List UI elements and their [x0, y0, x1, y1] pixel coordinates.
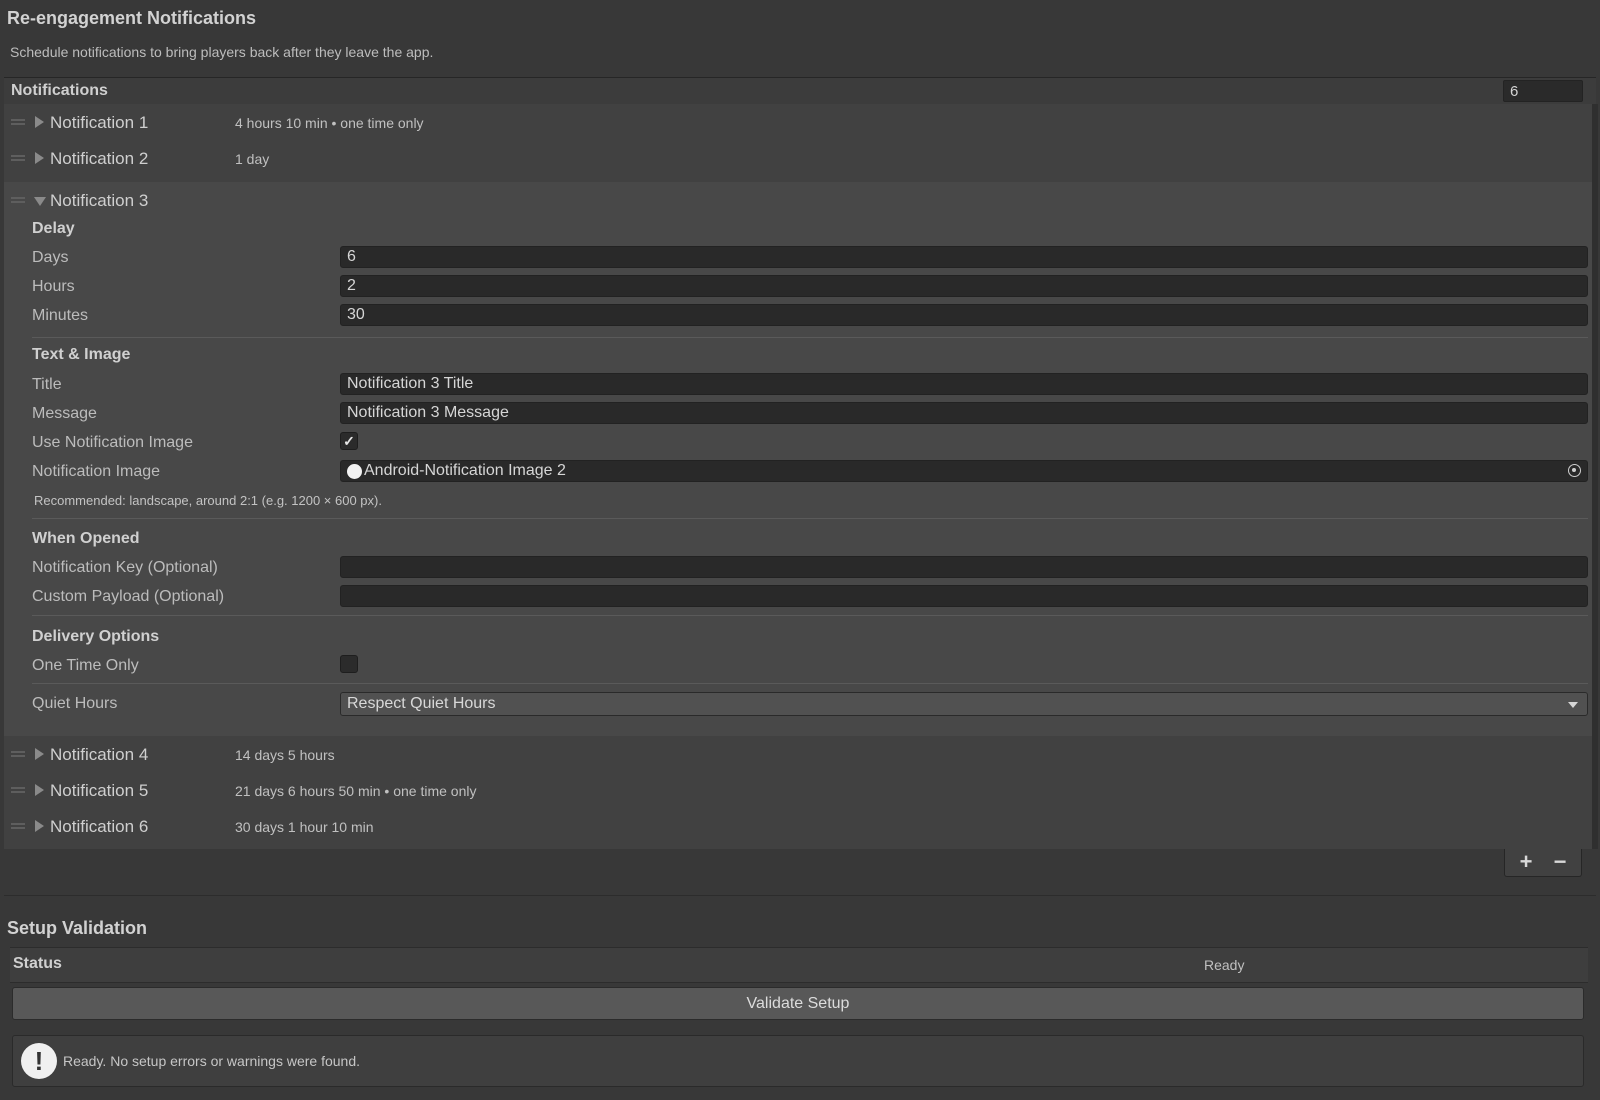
notification-label: Notification 5 — [50, 781, 149, 800]
notification-image-value: Android-Notification Image 2 — [364, 462, 566, 479]
message-label: Message — [32, 405, 97, 422]
object-picker-icon[interactable] — [1568, 464, 1581, 477]
one-time-only-label: One Time Only — [32, 657, 139, 674]
info-exclamation-icon: ! — [21, 1043, 57, 1079]
use-image-label: Use Notification Image — [32, 434, 193, 451]
notification-key-label: Notification Key (Optional) — [32, 559, 218, 576]
section-divider — [32, 615, 1588, 616]
custom-payload-label: Custom Payload (Optional) — [32, 588, 225, 605]
notification-row-2[interactable]: Notification 2 1 day — [4, 140, 1592, 176]
delay-section-title: Delay — [32, 220, 75, 237]
drag-handle-icon[interactable] — [11, 197, 25, 203]
status-row: Status Ready — [10, 947, 1588, 983]
status-value: Ready — [1204, 957, 1245, 973]
status-label: Status — [13, 955, 62, 972]
section-divider — [32, 337, 1588, 338]
notification-label: Notification 2 — [50, 149, 149, 168]
drag-handle-icon[interactable] — [11, 823, 25, 829]
image-asset-icon — [347, 464, 362, 479]
notification-label[interactable]: Notification 3 — [50, 191, 148, 211]
days-input[interactable]: 6 — [340, 246, 1588, 268]
drag-handle-icon[interactable] — [11, 155, 25, 161]
drag-handle-icon[interactable] — [11, 787, 25, 793]
drag-handle-icon[interactable] — [11, 119, 25, 125]
notification-summary: 21 days 6 hours 50 min • one time only — [235, 783, 477, 799]
hours-input[interactable]: 2 — [340, 275, 1588, 297]
notification-image-field[interactable]: Android-Notification Image 2 — [340, 460, 1588, 482]
notification-summary: 30 days 1 hour 10 min — [235, 819, 374, 835]
use-image-checkbox[interactable]: ✓ — [340, 432, 358, 450]
expand-arrow-icon[interactable] — [35, 784, 44, 796]
page-title: Re-engagement Notifications — [7, 8, 257, 28]
notification-label: Notification 6 — [50, 817, 149, 836]
chevron-down-icon — [1568, 702, 1578, 708]
notification-row-4[interactable]: Notification 4 14 days 5 hours — [4, 736, 1592, 772]
notification-row-1[interactable]: Notification 1 4 hours 10 min • one time… — [4, 104, 1592, 140]
delivery-options-section-title: Delivery Options — [32, 628, 160, 645]
expand-arrow-icon[interactable] — [35, 116, 44, 128]
drag-handle-icon[interactable] — [11, 751, 25, 757]
notification-label: Notification 4 — [50, 745, 149, 764]
expand-arrow-icon[interactable] — [35, 748, 44, 760]
image-hint-text: Recommended: landscape, around 2:1 (e.g.… — [34, 493, 382, 508]
quiet-hours-value: Respect Quiet Hours — [347, 695, 496, 712]
collapse-arrow-icon[interactable] — [34, 197, 46, 206]
quiet-hours-label: Quiet Hours — [32, 695, 118, 712]
quiet-hours-dropdown[interactable]: Respect Quiet Hours — [340, 692, 1588, 716]
notifications-list-header: Notifications 6 — [4, 77, 1596, 105]
notification-key-input[interactable] — [340, 556, 1588, 578]
list-scrollbar[interactable] — [1592, 104, 1598, 849]
message-input[interactable]: Notification 3 Message — [340, 402, 1588, 424]
remove-notification-button[interactable]: − — [1543, 850, 1577, 874]
minutes-input[interactable]: 30 — [340, 304, 1588, 326]
expand-arrow-icon[interactable] — [35, 152, 44, 164]
minutes-label: Minutes — [32, 307, 89, 324]
notification-summary: 1 day — [235, 151, 270, 167]
section-divider — [32, 683, 1588, 684]
expand-arrow-icon[interactable] — [35, 820, 44, 832]
notification-label: Notification 1 — [50, 113, 149, 132]
text-image-section-title: Text & Image — [32, 346, 131, 363]
validation-help-box: ! Ready. No setup errors or warnings wer… — [12, 1035, 1584, 1087]
validate-setup-button[interactable]: Validate Setup — [12, 987, 1584, 1020]
validation-message: Ready. No setup errors or warnings were … — [63, 1053, 360, 1069]
notification-image-label: Notification Image — [32, 463, 161, 480]
custom-payload-input[interactable] — [340, 585, 1588, 607]
notifications-header-label: Notifications — [11, 82, 108, 99]
title-label: Title — [32, 376, 62, 393]
list-footer — [4, 849, 1596, 879]
section-divider — [32, 518, 1588, 519]
list-add-remove-controls: + − — [1504, 849, 1582, 877]
notification-row-5[interactable]: Notification 5 21 days 6 hours 50 min • … — [4, 772, 1592, 808]
when-opened-section-title: When Opened — [32, 530, 140, 547]
notification-summary: 14 days 5 hours — [235, 747, 335, 763]
notification-row-6[interactable]: Notification 6 30 days 1 hour 10 min — [4, 808, 1592, 844]
one-time-only-checkbox[interactable] — [340, 655, 358, 673]
section-separator — [4, 895, 1596, 896]
notification-3-panel: Notification 3 Delay Days 6 Hours 2 Minu… — [4, 182, 1592, 736]
notification-summary: 4 hours 10 min • one time only — [235, 115, 424, 131]
days-label: Days — [32, 249, 69, 266]
setup-validation-title: Setup Validation — [7, 918, 148, 938]
notifications-list: Notification 1 4 hours 10 min • one time… — [4, 104, 1592, 849]
page-description: Schedule notifications to bring players … — [10, 44, 434, 60]
notifications-count-field[interactable]: 6 — [1503, 80, 1583, 102]
title-input[interactable]: Notification 3 Title — [340, 373, 1588, 395]
add-notification-button[interactable]: + — [1509, 850, 1543, 874]
hours-label: Hours — [32, 278, 75, 295]
